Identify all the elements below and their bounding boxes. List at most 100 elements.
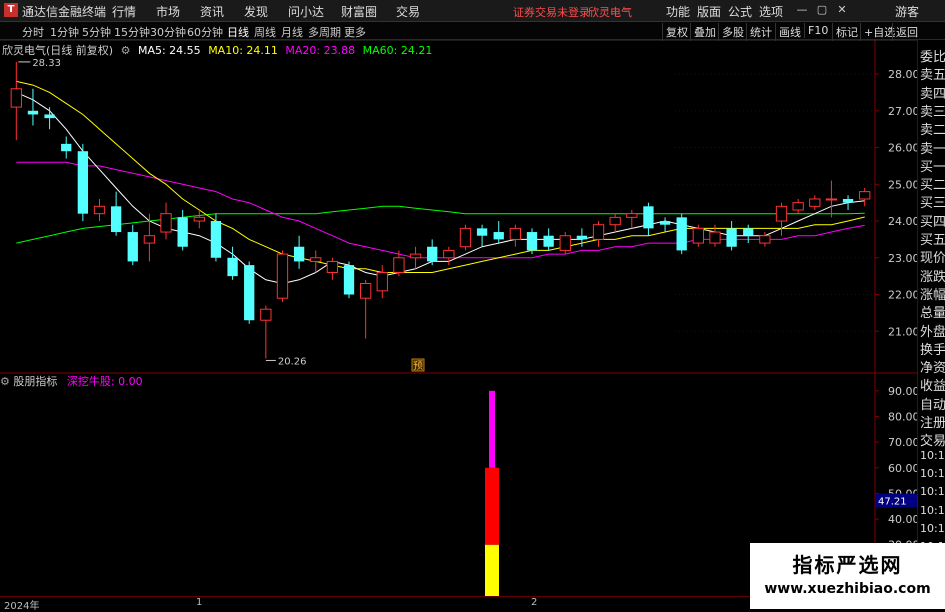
quote-field-label: 注册 [920,416,945,431]
candle-body-up [193,216,205,222]
menu-options[interactable]: 选项 [759,3,783,20]
quote-field-label: 卖一 [920,141,945,157]
watermark: 指标严选网 www.xuezhibiao.com [750,543,945,609]
period-1min[interactable]: 1分钟 [50,24,79,40]
candle-body-down [343,265,355,295]
ma60-label: MA60: 24.21 [362,44,433,57]
candle-body-up [592,224,605,240]
candle-body-up [143,235,156,244]
period-more[interactable]: 更多 [344,24,366,40]
kline-chart[interactable]: 28.00 27.00 26.00 25.00 24.00 23.00 22.00 21.00… [0,40,917,609]
period-weekly[interactable]: 周线 [254,24,276,40]
quote-field-label: 总量 [920,306,945,322]
ma10-line [16,80,865,273]
date-year: 2024年 [4,601,40,612]
candle-body-up [93,205,106,215]
menu-layout[interactable]: 版面 [697,3,721,20]
quote-field-label: 卖二 [920,123,945,139]
candle-body-down [643,206,654,229]
user-guest[interactable]: 游客 [895,3,919,20]
candle-body-down [177,217,188,247]
menu-trade[interactable]: 交易 [396,3,420,20]
indicator-tick-label: 70.00 [888,436,917,449]
price-tick-label: 26.00 [888,142,917,155]
candle-body-down [127,232,138,262]
statistics-button[interactable]: 统计 [746,23,775,41]
high-label: 28.33 [32,58,61,69]
candle-body-up [626,213,638,218]
quote-field-label: 现价 [920,251,945,267]
date-month-2: 2 [531,597,538,608]
period-60min[interactable]: 60分钟 [187,24,223,40]
price-tick-label: 23.00 [888,252,917,265]
menu-quotes[interactable]: 行情 [112,3,136,20]
menu-market[interactable]: 市场 [156,3,180,20]
overlay-button[interactable]: 叠加 [690,23,719,41]
candle-body-down [476,228,488,236]
menu-wealth[interactable]: 财富圈 [341,3,377,20]
menu-functions[interactable]: 功能 [666,3,690,20]
candle-body-up [376,271,388,292]
period-15min[interactable]: 15分钟 [114,24,150,40]
candle-body-up [310,257,322,262]
candle-body-down [659,221,671,225]
candle-body-up [10,88,22,108]
menu-wenxiaoda[interactable]: 问小达 [288,3,324,20]
price-tick-label: 21.00 [888,325,917,338]
price-tick-label: 28.00 [888,68,917,81]
period-multi[interactable]: 多周期 [308,24,341,40]
period-toolbar: 分时 1分钟 5分钟 15分钟 30分钟 60分钟 日线 周线 月线 多周期 更… [0,22,945,41]
mark-button[interactable]: 标记 [832,23,861,41]
ma5-line [16,91,865,285]
settings-icon[interactable]: ⚙ [121,44,131,57]
menu-formula[interactable]: 公式 [728,3,752,20]
candle-body-down [61,143,72,152]
candle-body-up [509,227,522,240]
draw-line-button[interactable]: 画线 [775,23,804,41]
login-warning[interactable]: 证券交易未登录 [513,4,590,20]
quote-field-label: 10:18 [920,485,945,499]
period-timeshare[interactable]: 分时 [22,24,44,40]
title-bar: T 通达信金融终端 行情 市场 资讯 发现 问小达 财富圈 交易 证券交易未登录… [0,0,945,22]
candle-body-up [160,213,172,233]
f10-button[interactable]: F10 [804,23,831,38]
back-button[interactable]: 返回 [892,23,921,41]
minimize-icon[interactable]: — [794,2,810,18]
menu-discover[interactable]: 发现 [244,3,268,20]
period-5min[interactable]: 5分钟 [82,24,111,40]
candle-body-up [409,253,422,259]
candle-body-down [77,151,89,214]
indicator-bar-red [485,467,499,545]
indicator-name[interactable]: 股朋指标 [13,375,57,388]
candle-body-down [526,232,538,251]
candle-body-down [227,257,238,277]
candle-body-down [576,235,588,240]
maximize-icon[interactable]: ▢ [814,2,830,18]
period-30min[interactable]: 30分钟 [150,24,186,40]
candle-body-down [27,110,39,115]
indicator-settings-icon[interactable]: ⚙ [0,375,10,388]
quote-field-label: 买二 [920,178,945,194]
ma20-label: MA20: 23.88 [285,44,356,57]
price-tick-label: 25.00 [888,178,917,191]
period-monthly[interactable]: 月线 [281,24,303,40]
indicator-value: 深挖牛股: 0.00 [66,375,143,388]
menu-news[interactable]: 资讯 [200,3,224,20]
candle-body-up [459,227,472,248]
quote-field-label: 10:18 [920,448,945,462]
app-logo-icon: T [4,3,18,17]
indicator-tick-label: 60.00 [888,462,917,475]
period-daily[interactable]: 日线 [227,24,249,40]
multi-stock-button[interactable]: 多股 [718,23,747,41]
candle-body-down [110,206,122,233]
adjust-button[interactable]: 复权 [662,23,691,41]
indicator-tick-label: 40.00 [888,513,917,526]
ma20-line [16,161,865,259]
quote-field-label: 外盘 [920,324,945,340]
close-icon[interactable]: ✕ [834,2,850,18]
candle-body-up [775,205,788,222]
candle-body-up [609,216,621,226]
app-title: 通达信金融终端 [22,5,107,19]
cursor-value: 47.21 [878,497,907,508]
candle-body-down [743,228,754,236]
